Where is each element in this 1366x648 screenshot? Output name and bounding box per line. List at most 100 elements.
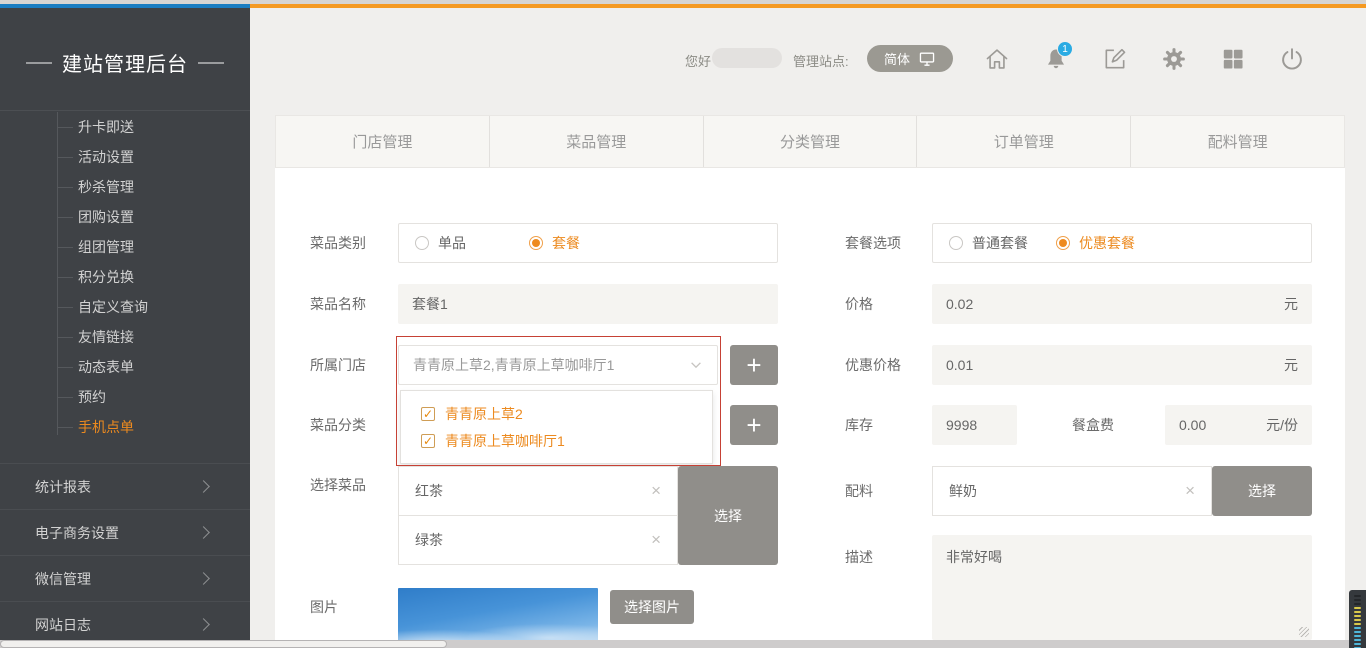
radio-label: 普通套餐 [972, 233, 1028, 253]
tab-dish-management[interactable]: 菜品管理 [490, 116, 704, 167]
store-label: 所属门店 [310, 355, 366, 375]
notification-badge: 1 [1057, 41, 1073, 57]
select-ingredient-button[interactable]: 选择 [1212, 466, 1312, 516]
chevron-right-icon [197, 480, 210, 493]
sidebar-sections: 统计报表 电子商务设置 微信管理 网站日志 [0, 463, 250, 640]
plus-icon: + [746, 352, 761, 378]
dish-name-input[interactable]: 套餐1 [398, 284, 778, 324]
stock-input[interactable]: 9998 [932, 405, 1017, 445]
checkbox-checked-icon[interactable]: ✓ [421, 407, 435, 421]
radio-discount-combo[interactable]: 优惠套餐 [1056, 233, 1135, 253]
apps-grid-icon[interactable] [1220, 46, 1246, 72]
discount-price-input[interactable]: 0.01 元 [932, 345, 1312, 385]
sidebar-divider [0, 110, 250, 111]
add-store-button[interactable]: + [730, 345, 778, 385]
price-label: 价格 [845, 294, 873, 314]
gear-icon[interactable] [1161, 46, 1187, 72]
radio-single-item[interactable]: 单品 [415, 233, 466, 253]
dish-category-radio-group: 单品 套餐 [398, 223, 778, 263]
store-option-1[interactable]: ✓ 青青原上草2 [401, 400, 712, 427]
ingredient-value: 鲜奶 [949, 481, 977, 501]
edit-icon[interactable] [1102, 46, 1128, 72]
description-label: 描述 [845, 547, 873, 567]
store-option-label: 青青原上草咖啡厅1 [445, 431, 565, 451]
boxfee-input[interactable]: 0.00 元/份 [1165, 405, 1312, 445]
remove-dish-icon[interactable]: × [651, 481, 661, 501]
select-image-button[interactable]: 选择图片 [610, 590, 694, 624]
radio-label: 套餐 [552, 233, 580, 253]
price-input[interactable]: 0.02 元 [932, 284, 1312, 324]
tab-ingredient-management[interactable]: 配料管理 [1131, 116, 1344, 167]
language-label: 简体 [884, 49, 910, 68]
sidebar-section-ecommerce[interactable]: 电子商务设置 [0, 509, 250, 555]
store-option-2[interactable]: ✓ 青青原上草咖啡厅1 [401, 427, 712, 454]
tab-order-management[interactable]: 订单管理 [917, 116, 1131, 167]
chevron-right-icon [197, 526, 210, 539]
radio-circle-icon [1056, 236, 1070, 250]
username-redacted [712, 48, 782, 68]
sidebar-item-activity-settings[interactable]: 活动设置 [57, 142, 148, 172]
sidebar-section-wechat[interactable]: 微信管理 [0, 555, 250, 601]
remove-ingredient-icon[interactable]: × [1185, 481, 1195, 501]
sidebar-section-site-log[interactable]: 网站日志 [0, 601, 250, 640]
section-label: 统计报表 [35, 479, 91, 495]
store-select-value: 青青原上草2,青青原上草咖啡厅1 [413, 355, 614, 375]
add-classify-button[interactable]: + [730, 405, 778, 445]
dish-name-label: 菜品名称 [310, 294, 366, 314]
app-title-text: 建站管理后台 [62, 48, 188, 77]
sidebar-item-upgrade-card-gift[interactable]: 升卡即送 [57, 112, 148, 142]
radio-circle-icon [529, 236, 543, 250]
selected-dish-row-1[interactable]: 红茶 × [398, 466, 678, 516]
button-label: 选择 [714, 506, 742, 526]
sidebar-item-custom-query[interactable]: 自定义查询 [57, 292, 148, 322]
form-panel: 菜品类别 单品 套餐 菜品名称 套餐1 所属门店 青青原上草2,青青原上草咖啡厅… [275, 168, 1345, 648]
boxfee-value: 0.00 [1179, 417, 1206, 433]
dish-item-name: 绿茶 [415, 530, 443, 550]
boxfee-label: 餐盒费 [1072, 415, 1114, 435]
price-value: 0.02 [946, 296, 973, 312]
select-dishes-button[interactable]: 选择 [678, 466, 778, 565]
dish-item-name: 红茶 [415, 481, 443, 501]
remove-dish-icon[interactable]: × [651, 530, 661, 550]
app-title: 建站管理后台 [0, 48, 250, 77]
stock-value: 9998 [946, 417, 977, 433]
radio-normal-combo[interactable]: 普通套餐 [949, 233, 1028, 253]
language-switch-button[interactable]: 简体 [867, 45, 953, 72]
radio-combo[interactable]: 套餐 [529, 233, 580, 253]
sidebar-item-groupbuy-settings[interactable]: 团购设置 [57, 202, 148, 232]
selected-dish-row-2[interactable]: 绿茶 × [398, 515, 678, 565]
checkbox-checked-icon[interactable]: ✓ [421, 434, 435, 448]
store-dropdown-panel: ✓ 青青原上草2 ✓ 青青原上草咖啡厅1 [400, 390, 713, 464]
discount-price-value: 0.01 [946, 357, 973, 373]
title-dash-left [26, 62, 52, 64]
sidebar-item-seckill-management[interactable]: 秒杀管理 [57, 172, 148, 202]
sidebar-item-group-management[interactable]: 组团管理 [57, 232, 148, 262]
sidebar-section-statistics[interactable]: 统计报表 [0, 463, 250, 509]
description-textarea[interactable]: 非常好喝 [932, 535, 1312, 640]
boxfee-unit: 元/份 [1266, 415, 1298, 435]
home-icon[interactable] [984, 46, 1010, 72]
app-window: 建站管理后台 升卡即送 活动设置 秒杀管理 团购设置 组团管理 积分兑换 自定义… [0, 0, 1366, 648]
discount-price-label: 优惠价格 [845, 355, 901, 375]
image-label: 图片 [310, 597, 338, 617]
resize-handle[interactable] [1299, 627, 1309, 637]
sidebar: 建站管理后台 升卡即送 活动设置 秒杀管理 团购设置 组团管理 积分兑换 自定义… [0, 8, 250, 640]
sidebar-item-friend-links[interactable]: 友情链接 [57, 322, 148, 352]
stock-label: 库存 [845, 415, 873, 435]
discount-price-unit: 元 [1284, 355, 1298, 375]
tab-store-management[interactable]: 门店管理 [276, 116, 490, 167]
tab-category-management[interactable]: 分类管理 [704, 116, 918, 167]
sidebar-item-mobile-ordering[interactable]: 手机点单 [57, 412, 148, 442]
store-select[interactable]: 青青原上草2,青青原上草咖啡厅1 [398, 345, 718, 385]
chevron-right-icon [197, 572, 210, 585]
sidebar-item-dynamic-forms[interactable]: 动态表单 [57, 352, 148, 382]
horizontal-scrollbar-thumb[interactable] [0, 640, 447, 648]
corner-scroll-widget[interactable] [1349, 590, 1366, 648]
dish-category-label: 菜品类别 [310, 233, 366, 253]
sidebar-item-reservation[interactable]: 预约 [57, 382, 148, 412]
power-icon[interactable] [1279, 46, 1305, 72]
ingredient-input[interactable]: 鲜奶 × [932, 466, 1212, 516]
sidebar-menu: 升卡即送 活动设置 秒杀管理 团购设置 组团管理 积分兑换 自定义查询 友情链接… [57, 112, 148, 442]
sidebar-item-points-exchange[interactable]: 积分兑换 [57, 262, 148, 292]
site-label: 管理站点: [793, 51, 849, 70]
